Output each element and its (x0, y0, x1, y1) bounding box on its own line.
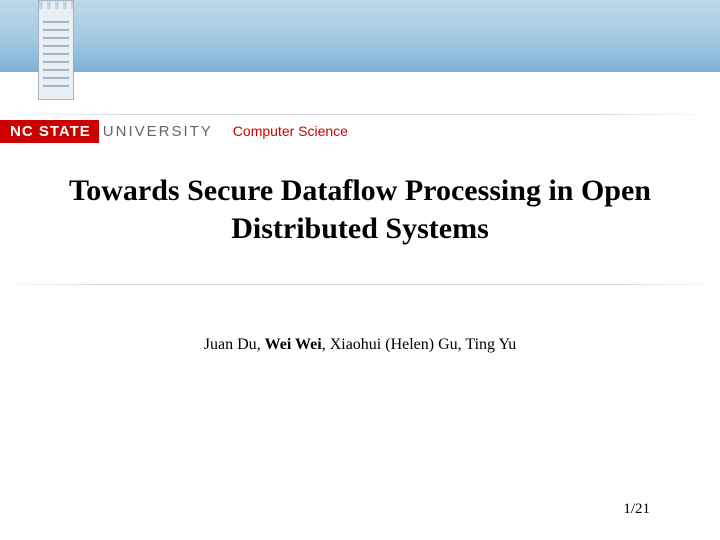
authors-bold: Wei Wei (265, 336, 322, 353)
page-number: 1/21 (623, 501, 650, 518)
banner-image (0, 0, 720, 120)
authors-suffix: , Xiaohui (Helen) Gu, Ting Yu (322, 336, 517, 353)
institution-logo: NC STATE UNIVERSITY Computer Science (0, 118, 348, 144)
authors-prefix: Juan Du, (204, 336, 265, 353)
divider-line (0, 114, 720, 115)
authors-line: Juan Du, Wei Wei, Xiaohui (Helen) Gu, Ti… (0, 336, 720, 354)
logo-primary: NC STATE (0, 120, 99, 143)
department-label: Computer Science (223, 123, 348, 139)
divider-line (0, 284, 720, 285)
slide-title: Towards Secure Dataflow Processing in Op… (0, 172, 720, 247)
tower-illustration (38, 0, 74, 118)
logo-secondary: UNIVERSITY (99, 123, 223, 140)
